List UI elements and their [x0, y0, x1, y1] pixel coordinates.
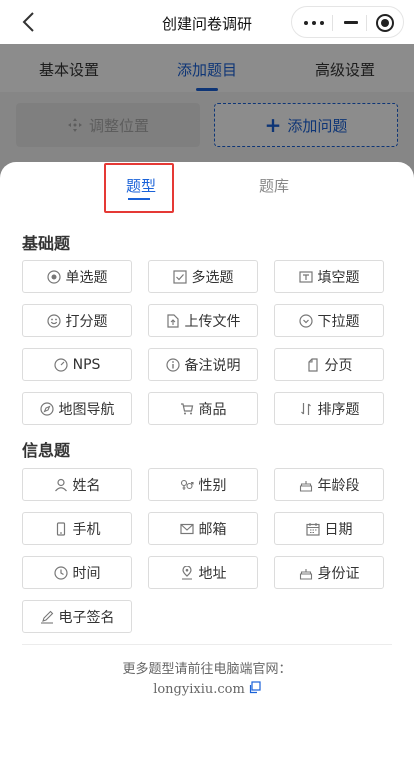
chip-label: 日期: [324, 521, 353, 538]
chip-name[interactable]: 姓名: [22, 468, 132, 501]
chip-label: 邮箱: [198, 521, 227, 538]
website-url: longyixiu.com: [153, 682, 245, 697]
tab-question-bank[interactable]: 题库: [259, 175, 289, 196]
chip-date[interactable]: 日期: [274, 512, 384, 545]
more-icon[interactable]: [304, 21, 324, 25]
chip-product[interactable]: 商品: [148, 392, 258, 425]
minimize-icon[interactable]: [344, 21, 358, 24]
basic-section-title: 基础题: [22, 234, 71, 253]
location-pin-icon: [181, 565, 192, 580]
chip-label: 商品: [198, 401, 227, 418]
chip-label: 地图导航: [58, 401, 115, 418]
chip-dropdown[interactable]: 下拉题: [274, 304, 384, 337]
navbar: 创建问卷调研: [0, 0, 414, 44]
pen-icon: [40, 610, 53, 624]
chip-label: 多选题: [191, 269, 234, 286]
chip-rating[interactable]: 打分题: [22, 304, 132, 337]
gauge-icon: [53, 357, 68, 372]
chip-label: 打分题: [65, 313, 108, 330]
chip-age-range[interactable]: 年龄段: [274, 468, 384, 501]
chip-label: 年龄段: [317, 477, 360, 494]
chip-page-break[interactable]: 分页: [274, 348, 384, 381]
close-target-icon[interactable]: [376, 14, 394, 32]
info-section-title: 信息题: [22, 441, 71, 460]
sort-icon: [300, 402, 311, 415]
mail-icon: [179, 523, 194, 534]
chip-label: 上传文件: [184, 313, 241, 330]
chip-fill-blank[interactable]: 填空题: [274, 260, 384, 293]
user-icon: [54, 478, 67, 491]
clock-icon: [53, 565, 68, 580]
cart-icon: [180, 402, 193, 414]
text-field-icon: [298, 270, 313, 283]
capsule-divider: [366, 15, 367, 31]
smile-icon: [46, 313, 61, 328]
chip-address[interactable]: 地址: [148, 556, 258, 589]
calendar-icon: [305, 522, 320, 536]
chip-label: 备注说明: [184, 357, 241, 374]
radio-icon: [46, 269, 61, 284]
chip-email[interactable]: 邮箱: [148, 512, 258, 545]
info-icon: [165, 357, 180, 372]
phone-icon: [56, 521, 65, 536]
chip-phone[interactable]: 手机: [22, 512, 132, 545]
chip-label: 姓名: [72, 477, 101, 494]
capsule-divider: [332, 15, 333, 31]
compass-icon: [39, 401, 54, 416]
chip-e-signature[interactable]: 电子签名: [22, 600, 132, 633]
upload-file-icon: [166, 313, 179, 328]
footer-note: 更多题型请前往电脑端官网：: [122, 662, 292, 677]
highlight-box: [104, 163, 174, 213]
website-link[interactable]: longyixiu.com: [0, 681, 414, 697]
chip-label: 下拉题: [317, 313, 360, 330]
chip-label: 分页: [324, 357, 353, 374]
chip-nps[interactable]: NPS: [22, 348, 132, 381]
footer-divider: [22, 644, 392, 645]
cake-icon: [299, 480, 312, 492]
chip-label: 填空题: [317, 269, 360, 286]
chip-single-choice[interactable]: 单选题: [22, 260, 132, 293]
chip-gender[interactable]: 性别: [148, 468, 258, 501]
chip-sort[interactable]: 排序题: [274, 392, 384, 425]
chip-multi-choice[interactable]: 多选题: [148, 260, 258, 293]
chip-time[interactable]: 时间: [22, 556, 132, 589]
copy-icon[interactable]: [248, 681, 261, 694]
chip-label: 排序题: [317, 401, 360, 418]
chip-label: 手机: [72, 521, 101, 538]
chip-label: 电子签名: [58, 609, 115, 626]
question-type-sheet: 题型 题库 基础题 单选题 多选题 填空题 打分题 上传文件 下拉题 NPS 备…: [0, 162, 414, 780]
chip-id-card[interactable]: 身份证: [274, 556, 384, 589]
chip-upload-file[interactable]: 上传文件: [148, 304, 258, 337]
chip-remark[interactable]: 备注说明: [148, 348, 258, 381]
id-card-icon: [299, 568, 312, 580]
chip-label: 单选题: [65, 269, 108, 286]
chip-label: 地址: [198, 565, 227, 582]
chip-map-navigation[interactable]: 地图导航: [22, 392, 132, 425]
chip-label: NPS: [72, 356, 101, 373]
mini-program-capsule: [291, 6, 404, 38]
gender-icon: [180, 479, 194, 490]
checkbox-icon: [172, 269, 187, 284]
chip-label: 时间: [72, 565, 101, 582]
page-icon: [307, 357, 318, 372]
chip-label: 性别: [198, 477, 227, 494]
chip-label: 身份证: [317, 565, 360, 582]
chevron-down-circle-icon: [298, 313, 313, 328]
